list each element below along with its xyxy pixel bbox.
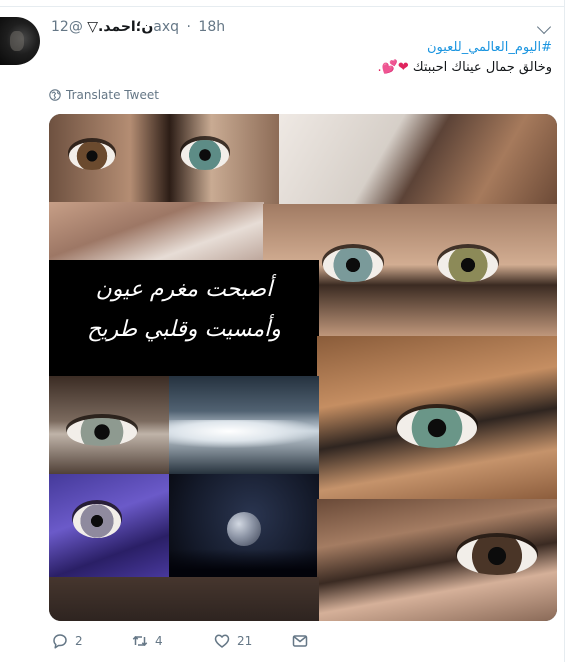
reply-button[interactable]: 2 xyxy=(51,632,83,650)
eye-shape xyxy=(69,142,115,170)
eyes-collage-tile xyxy=(49,114,281,204)
tweet-time[interactable]: 18h xyxy=(198,19,225,35)
tweet-actions: 2 4 21 xyxy=(51,632,351,656)
eye-shape xyxy=(323,248,383,282)
hashtag-link[interactable]: #اليوم_العالمي_للعيون xyxy=(427,40,552,55)
quote-line-1: أصبحت مغرم عيون xyxy=(95,277,273,302)
heart-icon xyxy=(214,634,230,648)
globe-icon xyxy=(49,89,61,101)
eyes-collage-tile xyxy=(49,376,171,476)
separator-dot: · xyxy=(186,19,191,35)
retweet-button[interactable]: 4 xyxy=(131,632,163,650)
eyes-collage-tile xyxy=(317,499,557,621)
ocean-wave-tile xyxy=(169,376,319,476)
like-button[interactable]: 21 xyxy=(213,632,252,650)
tweet-text: وخالق جمال عيناك احببتك ❤💕. xyxy=(375,60,552,75)
reply-count: 2 xyxy=(75,634,83,648)
retweet-icon xyxy=(132,635,148,647)
eye-shape xyxy=(73,504,121,538)
eye-shape xyxy=(397,408,477,448)
quote-panel: أصبحت مغرم عيون وأمسيت وقلبي طريح xyxy=(49,260,319,378)
eye-shape xyxy=(438,248,498,282)
quote-line-2: وأمسيت وقلبي طريح xyxy=(87,317,281,342)
translate-tweet-link[interactable]: Translate Tweet xyxy=(49,88,159,102)
chevron-down-icon[interactable] xyxy=(536,19,552,35)
eyes-collage-tile xyxy=(49,202,264,262)
retweet-count: 4 xyxy=(155,634,163,648)
tweet-card[interactable]: ن؛احمد.▽ @12axq · 18h #اليوم_العالمي_للع… xyxy=(0,0,565,662)
tweet-text-body: وخالق جمال عيناك احببتك xyxy=(412,60,552,75)
tweet-header: ن؛احمد.▽ @12axq · 18h xyxy=(47,19,225,35)
eye-shape xyxy=(181,140,229,170)
heart-emoji: ❤💕. xyxy=(377,60,409,75)
reply-icon xyxy=(53,634,67,649)
eyes-collage-tile xyxy=(49,577,319,621)
night-sky-tile xyxy=(169,474,319,579)
envelope-icon xyxy=(292,635,308,647)
direct-message-button[interactable] xyxy=(291,632,309,650)
translate-label[interactable]: Translate Tweet xyxy=(66,88,159,102)
eyes-collage-tile xyxy=(317,336,557,501)
author-name[interactable]: ن؛احمد.▽ xyxy=(87,19,153,35)
avatar[interactable] xyxy=(0,17,40,65)
eye-shape xyxy=(457,537,537,575)
wave-shape xyxy=(169,420,319,448)
moon-shape xyxy=(227,512,261,546)
divider xyxy=(0,6,565,7)
like-count: 21 xyxy=(237,634,253,648)
tweet-media-image[interactable]: أصبحت مغرم عيون وأمسيت وقلبي طريح xyxy=(49,114,557,621)
mountain-silhouette xyxy=(169,549,319,579)
eyes-collage-tile xyxy=(279,114,557,206)
eyes-collage-tile xyxy=(49,474,171,579)
quote-text: أصبحت مغرم عيون وأمسيت وقلبي طريح xyxy=(49,270,319,350)
eye-shape xyxy=(67,418,137,446)
